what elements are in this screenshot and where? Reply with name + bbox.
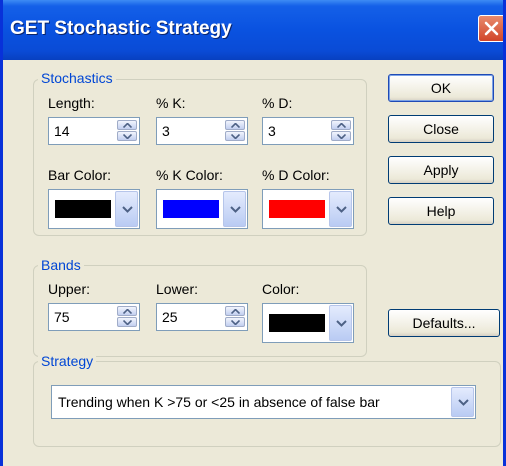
close-button[interactable]: Close (388, 115, 494, 143)
lower-spin-up[interactable] (225, 306, 245, 316)
k-color-label: % K Color: (156, 167, 223, 183)
band-color-label: Color: (262, 281, 300, 297)
bands-legend: Bands (38, 257, 84, 273)
upper-label: Upper: (48, 281, 91, 297)
stochastics-legend: Stochastics (38, 70, 116, 86)
chevron-down-icon (336, 320, 347, 327)
bar-color-dropdown[interactable] (48, 189, 140, 229)
upper-stepper[interactable]: 75 (48, 303, 140, 331)
lower-spin-down[interactable] (225, 317, 245, 327)
chevron-down-icon (230, 206, 241, 213)
d-spin-down[interactable] (331, 131, 351, 141)
k-stepper[interactable]: 3 (156, 117, 248, 145)
apply-button[interactable]: Apply (388, 156, 494, 184)
band-color-dropdown-button[interactable] (329, 305, 352, 341)
k-color-dropdown[interactable] (156, 189, 248, 229)
chevron-down-icon (122, 206, 133, 213)
bar-color-swatch (55, 200, 111, 218)
spin-down-arrow-icon (123, 320, 132, 325)
upper-spin-down[interactable] (117, 317, 137, 327)
ok-button[interactable]: OK (388, 74, 494, 102)
window-close-button[interactable] (478, 15, 503, 42)
length-stepper[interactable]: 14 (48, 117, 140, 145)
spin-up-arrow-icon (337, 123, 346, 128)
strategy-selected: Trending when K >75 or <25 in absence of… (58, 394, 380, 410)
d-color-dropdown-button[interactable] (329, 191, 352, 227)
k-color-dropdown-button[interactable] (223, 191, 246, 227)
spin-up-arrow-icon (231, 309, 240, 314)
help-button[interactable]: Help (388, 197, 494, 225)
band-color-dropdown[interactable] (262, 303, 354, 343)
title-bar[interactable]: GET Stochastic Strategy (3, 0, 503, 60)
d-color-dropdown[interactable] (262, 189, 354, 229)
length-spin-down[interactable] (117, 131, 137, 141)
defaults-button[interactable]: Defaults... (388, 309, 500, 337)
d-label: % D: (262, 95, 293, 111)
lower-stepper[interactable]: 25 (156, 303, 248, 331)
spin-down-arrow-icon (123, 134, 132, 139)
spin-down-arrow-icon (231, 320, 240, 325)
upper-spin-up[interactable] (117, 306, 137, 316)
chevron-down-icon (336, 206, 347, 213)
d-color-label: % D Color: (262, 167, 330, 183)
strategy-dropdown[interactable]: Trending when K >75 or <25 in absence of… (51, 385, 476, 419)
bar-color-dropdown-button[interactable] (115, 191, 138, 227)
chevron-down-icon (458, 399, 469, 406)
spin-up-arrow-icon (231, 123, 240, 128)
close-icon (484, 21, 499, 36)
lower-value: 25 (162, 309, 178, 325)
d-spin-up[interactable] (331, 120, 351, 130)
k-spin-down[interactable] (225, 131, 245, 141)
lower-label: Lower: (156, 281, 199, 297)
strategy-legend: Strategy (38, 353, 97, 369)
length-label: Length: (48, 95, 95, 111)
bar-color-label: Bar Color: (48, 167, 112, 183)
k-spin-up[interactable] (225, 120, 245, 130)
k-label: % K: (156, 95, 186, 111)
spin-down-arrow-icon (337, 134, 346, 139)
dialog-window: GET Stochastic Strategy Stochastics Leng… (0, 0, 506, 466)
band-color-swatch (269, 314, 325, 332)
spin-up-arrow-icon (123, 123, 132, 128)
d-stepper[interactable]: 3 (262, 117, 354, 145)
strategy-dropdown-button[interactable] (451, 387, 474, 417)
k-color-swatch (163, 200, 219, 218)
upper-value: 75 (54, 309, 70, 325)
spin-up-arrow-icon (123, 309, 132, 314)
length-value: 14 (54, 123, 70, 139)
window-title: GET Stochastic Strategy (10, 18, 232, 39)
k-value: 3 (162, 123, 170, 139)
d-value: 3 (268, 123, 276, 139)
length-spin-up[interactable] (117, 120, 137, 130)
d-color-swatch (269, 200, 325, 218)
spin-down-arrow-icon (231, 134, 240, 139)
